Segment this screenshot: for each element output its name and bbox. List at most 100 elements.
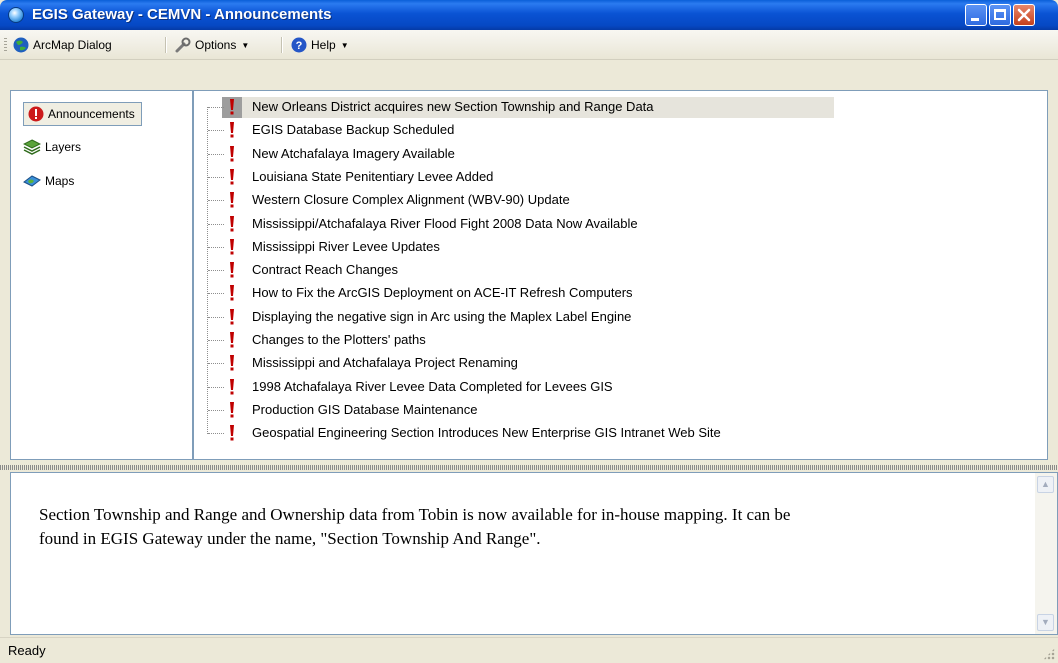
exclamation-icon bbox=[230, 238, 234, 255]
detail-line: Section Township and Range and Ownership… bbox=[39, 505, 791, 524]
exclamation-icon bbox=[230, 285, 234, 301]
app-globe-icon bbox=[8, 7, 24, 23]
announcement-title: 1998 Atchafalaya River Levee Data Comple… bbox=[252, 378, 613, 394]
help-menu-button[interactable]: ? Help ▼ bbox=[290, 36, 349, 54]
chevron-down-icon: ▼ bbox=[241, 40, 250, 50]
announcement-detail-text: Section Township and Range and Ownership… bbox=[39, 503, 1029, 551]
help-icon: ? bbox=[291, 37, 307, 53]
announcement-item[interactable]: 1998 Atchafalaya River Levee Data Comple… bbox=[194, 376, 834, 398]
arcmap-dialog-label: ArcMap Dialog bbox=[33, 38, 112, 52]
announcement-title: New Orleans District acquires new Sectio… bbox=[252, 99, 654, 114]
tree-connector bbox=[208, 386, 224, 388]
tree-connector bbox=[208, 270, 224, 272]
resize-grip[interactable] bbox=[1043, 648, 1055, 660]
tree-connector bbox=[208, 107, 224, 108]
nav-item-announcements[interactable]: Announcements bbox=[23, 102, 142, 126]
tree-connector bbox=[208, 153, 224, 155]
announcement-title: EGIS Database Backup Scheduled bbox=[252, 122, 455, 138]
maps-icon bbox=[23, 175, 41, 187]
status-bar: Ready bbox=[0, 637, 1058, 663]
tree-connector bbox=[208, 433, 224, 435]
announcement-item[interactable]: Western Closure Complex Alignment (WBV-9… bbox=[194, 189, 834, 211]
announcement-title: Western Closure Complex Alignment (WBV-9… bbox=[252, 192, 570, 208]
announcement-item[interactable]: Geospatial Engineering Section Introduce… bbox=[194, 422, 834, 444]
announcement-title: Displaying the negative sign in Arc usin… bbox=[252, 308, 632, 324]
tree-connector bbox=[208, 363, 224, 365]
tree-connector bbox=[208, 409, 224, 411]
maximize-icon bbox=[994, 9, 1006, 20]
announcement-item[interactable]: How to Fix the ArcGIS Deployment on ACE-… bbox=[194, 282, 834, 304]
scroll-down-button[interactable]: ▼ bbox=[1037, 614, 1054, 631]
svg-text:?: ? bbox=[296, 40, 303, 52]
options-label: Options bbox=[195, 38, 237, 52]
tree-connector bbox=[208, 200, 224, 202]
announcement-item[interactable]: Mississippi River Levee Updates bbox=[194, 236, 834, 258]
arcmap-globe-icon bbox=[13, 37, 29, 53]
nav-item-maps[interactable]: Maps bbox=[23, 170, 74, 192]
exclamation-icon bbox=[230, 122, 234, 138]
options-menu-button[interactable]: Options ▼ bbox=[174, 36, 249, 54]
announcement-item[interactable]: Changes to the Plotters' paths bbox=[194, 329, 834, 351]
announcement-item[interactable]: Mississippi and Atchafalaya Project Rena… bbox=[194, 352, 834, 374]
tree-connector bbox=[208, 130, 224, 132]
exclamation-icon bbox=[230, 425, 234, 441]
toolbar-separator bbox=[281, 37, 283, 53]
tree-connector bbox=[208, 293, 224, 295]
minimize-icon bbox=[971, 18, 979, 21]
announcement-title: Mississippi/Atchafalaya River Flood Figh… bbox=[252, 215, 638, 231]
close-button[interactable] bbox=[1013, 4, 1035, 26]
chevron-down-icon: ▼ bbox=[340, 40, 349, 50]
maximize-button[interactable] bbox=[989, 4, 1011, 26]
announcements-tree[interactable]: New Orleans District acquires new Sectio… bbox=[193, 90, 1048, 460]
arcmap-dialog-button[interactable]: ArcMap Dialog bbox=[12, 36, 112, 54]
scroll-up-button[interactable]: ▲ bbox=[1037, 476, 1054, 493]
tree-connector bbox=[208, 176, 224, 178]
nav-item-layers[interactable]: Layers bbox=[23, 136, 81, 158]
alert-icon bbox=[28, 106, 44, 122]
announcement-item[interactable]: EGIS Database Backup Scheduled bbox=[194, 119, 834, 141]
announcement-item[interactable]: New Orleans District acquires new Sectio… bbox=[194, 96, 834, 118]
exclamation-icon bbox=[230, 215, 234, 231]
minimize-button[interactable] bbox=[965, 4, 987, 26]
exclamation-icon bbox=[230, 355, 234, 371]
announcement-title: Production GIS Database Maintenance bbox=[252, 401, 478, 417]
nav-item-label: Layers bbox=[45, 140, 82, 154]
toolbar: ArcMap Dialog Options ▼ ? Help ▼ bbox=[0, 30, 1058, 60]
pane-splitter[interactable] bbox=[0, 465, 1058, 470]
wrench-icon bbox=[175, 37, 191, 53]
announcement-item[interactable]: Contract Reach Changes bbox=[194, 259, 834, 281]
nav-item-label: Announcements bbox=[48, 107, 135, 121]
vertical-scrollbar[interactable]: ▲ ▼ bbox=[1035, 473, 1057, 634]
announcement-item[interactable]: Displaying the negative sign in Arc usin… bbox=[194, 306, 834, 328]
announcement-title: Geospatial Engineering Section Introduce… bbox=[252, 425, 721, 441]
announcement-title: How to Fix the ArcGIS Deployment on ACE-… bbox=[252, 285, 633, 301]
announcement-item[interactable]: New Atchafalaya Imagery Available bbox=[194, 143, 834, 165]
tree-connector bbox=[208, 316, 224, 318]
announcement-detail-pane: Section Township and Range and Ownership… bbox=[10, 472, 1058, 635]
window-title: EGIS Gateway - CEMVN - Announcements bbox=[32, 6, 332, 23]
toolbar-grip[interactable] bbox=[4, 38, 7, 52]
announcement-title: Louisiana State Penitentiary Levee Added bbox=[252, 168, 494, 184]
announcement-item[interactable]: Production GIS Database Maintenance bbox=[194, 399, 834, 421]
announcement-title: Mississippi and Atchafalaya Project Rena… bbox=[252, 355, 518, 371]
toolbar-separator bbox=[165, 37, 167, 53]
announcement-title: New Atchafalaya Imagery Available bbox=[252, 145, 455, 161]
close-icon bbox=[1017, 8, 1031, 22]
nav-item-label: Maps bbox=[45, 174, 75, 188]
announcement-item[interactable]: Mississippi/Atchafalaya River Flood Figh… bbox=[194, 213, 834, 235]
title-bar[interactable]: EGIS Gateway - CEMVN - Announcements bbox=[0, 0, 1058, 30]
exclamation-icon bbox=[230, 332, 234, 348]
announcement-title: Changes to the Plotters' paths bbox=[252, 332, 426, 347]
tree-connector bbox=[208, 223, 224, 225]
exclamation-icon bbox=[230, 145, 234, 162]
exclamation-icon bbox=[230, 401, 234, 418]
status-text: Ready bbox=[8, 643, 46, 658]
tree-connector bbox=[208, 246, 224, 248]
exclamation-icon bbox=[230, 262, 234, 278]
announcement-title: Mississippi River Levee Updates bbox=[252, 238, 440, 254]
exclamation-icon bbox=[230, 99, 234, 115]
announcement-item[interactable]: Louisiana State Penitentiary Levee Added bbox=[194, 166, 834, 188]
category-nav: Announcements Layers Maps bbox=[10, 90, 193, 460]
exclamation-icon bbox=[230, 308, 234, 325]
layers-icon bbox=[23, 139, 41, 155]
